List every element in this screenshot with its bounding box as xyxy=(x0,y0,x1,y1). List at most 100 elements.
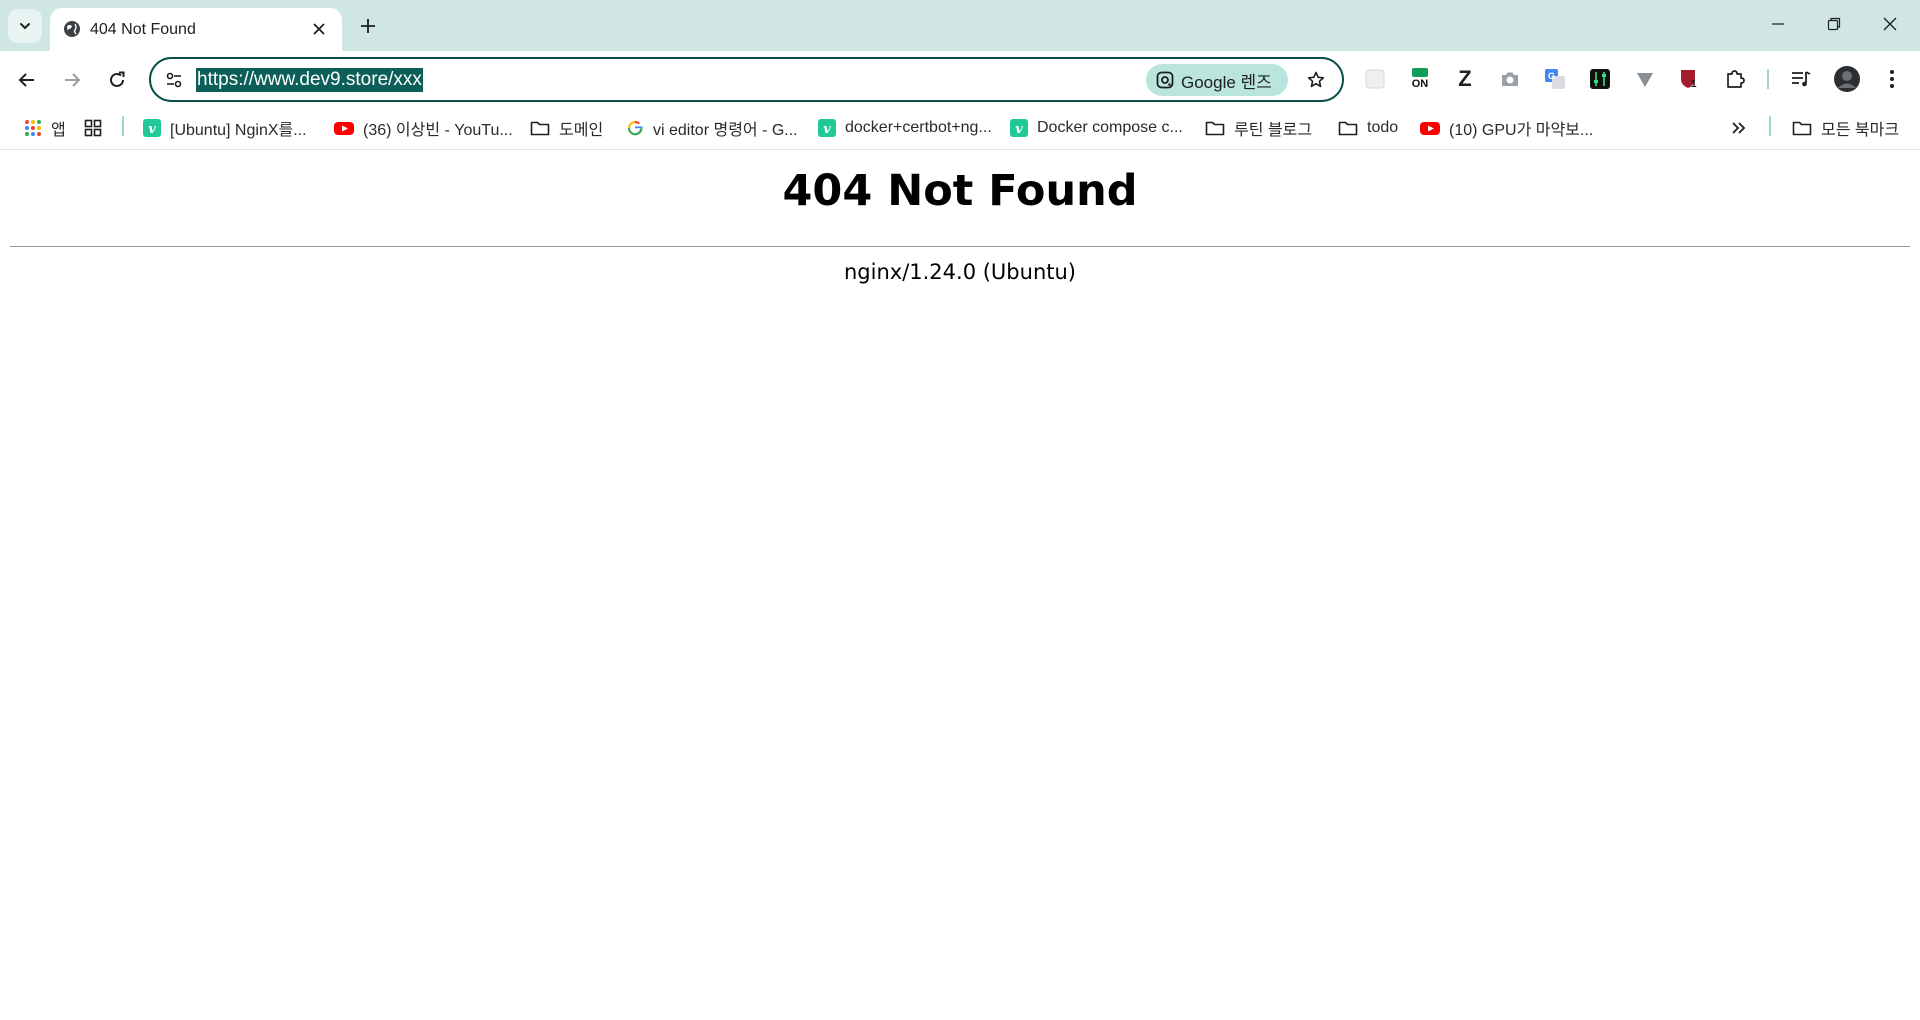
close-icon xyxy=(313,23,325,35)
shield-badge-count: 1 xyxy=(1691,79,1697,90)
v-icon xyxy=(1637,73,1653,87)
google-lens-label: Google 렌즈 xyxy=(1181,72,1272,92)
bookmark-label: (10) GPU가 마약보... xyxy=(1449,122,1594,139)
more-vertical-icon xyxy=(1890,70,1894,88)
bookmark-folder[interactable]: 루틴 블로그 xyxy=(1205,114,1312,142)
tab-strip: 404 Not Found xyxy=(0,0,1920,51)
chrome-menu-button[interactable] xyxy=(1875,62,1909,96)
browser-tab[interactable]: 404 Not Found xyxy=(50,8,342,51)
bookmark-apps[interactable]: 앱 xyxy=(24,114,66,142)
bookmark-label: 루틴 블로그 xyxy=(1234,122,1313,139)
toolbar-divider xyxy=(1767,69,1769,89)
svg-text:v: v xyxy=(823,122,831,137)
extension-camera[interactable] xyxy=(1493,62,1527,96)
avatar-icon xyxy=(1834,66,1860,92)
bookmarks-divider xyxy=(1769,116,1771,136)
new-tab-button[interactable] xyxy=(352,10,384,42)
bookmark-label: 앱 xyxy=(51,122,66,139)
on-badge-label: ON xyxy=(1411,78,1429,90)
folder-icon xyxy=(1338,121,1358,136)
tab-title: 404 Not Found xyxy=(90,21,196,38)
youtube-icon xyxy=(1420,122,1440,135)
translate-icon: G xyxy=(1545,69,1565,89)
back-button[interactable] xyxy=(9,62,45,98)
extensions-menu-button[interactable] xyxy=(1718,62,1752,96)
globe-icon xyxy=(64,21,80,37)
extension-on[interactable]: ON xyxy=(1403,62,1437,96)
restore-button[interactable] xyxy=(1806,0,1862,48)
address-bar[interactable]: https://www.dev9.store/xxx Google 렌즈 xyxy=(149,57,1344,102)
shield-icon xyxy=(1681,70,1695,88)
bookmark-label: docker+certbot+ng... xyxy=(845,119,992,136)
minimize-icon xyxy=(1772,23,1784,25)
page-content: 404 Not Found nginx/1.24.0 (Ubuntu) xyxy=(0,151,1920,1020)
google-lens-button[interactable]: Google 렌즈 xyxy=(1146,64,1288,96)
arrow-right-icon xyxy=(65,73,81,87)
svg-text:v: v xyxy=(1015,122,1023,137)
bookmark-tab-groups[interactable] xyxy=(84,114,102,142)
bookmarks-divider xyxy=(122,116,124,136)
plus-icon xyxy=(361,19,375,33)
bookmark-item[interactable]: v docker+certbot+ng... xyxy=(818,114,992,142)
velog-icon: v xyxy=(1010,119,1028,137)
velog-icon: v xyxy=(818,119,836,137)
svg-text:G: G xyxy=(1548,71,1555,81)
bookmark-star-button[interactable] xyxy=(1301,65,1331,95)
chevron-down-icon xyxy=(20,23,30,30)
bookmark-item[interactable]: v [Ubuntu] NginX를... xyxy=(143,114,307,142)
site-info-button[interactable] xyxy=(160,66,188,94)
extension-blank[interactable] xyxy=(1358,62,1392,96)
equalizer-icon xyxy=(1590,69,1610,89)
camera-icon xyxy=(1502,72,1518,86)
forward-button[interactable] xyxy=(54,62,90,98)
toolbar: https://www.dev9.store/xxx Google 렌즈 ON … xyxy=(0,51,1920,108)
playlist-icon xyxy=(1792,71,1811,87)
z-icon: Z xyxy=(1458,66,1472,91)
extension-v[interactable] xyxy=(1628,62,1662,96)
bookmark-item[interactable]: (36) 이상빈 - YouTu... xyxy=(334,114,513,142)
minimize-button[interactable] xyxy=(1750,0,1806,48)
media-control-button[interactable] xyxy=(1784,62,1818,96)
on-badge-icon: ON xyxy=(1409,67,1431,91)
folder-icon xyxy=(1792,121,1812,136)
google-icon xyxy=(627,120,643,136)
tune-icon xyxy=(166,72,182,88)
page-title: 404 Not Found xyxy=(782,166,1138,216)
divider xyxy=(10,246,1910,247)
bookmark-label: todo xyxy=(1367,119,1399,136)
star-icon xyxy=(1307,71,1325,88)
puzzle-icon xyxy=(1727,70,1745,88)
all-bookmarks-button[interactable]: 모든 북마크 xyxy=(1792,114,1899,142)
bookmark-label: 도메인 xyxy=(559,122,604,139)
folder-icon xyxy=(530,121,550,136)
reload-icon xyxy=(110,71,125,87)
extension-equalizer[interactable] xyxy=(1583,62,1617,96)
bookmark-folder[interactable]: 도메인 xyxy=(530,114,603,142)
server-signature: nginx/1.24.0 (Ubuntu) xyxy=(843,260,1076,284)
bookmark-label: vi editor 명령어 - G... xyxy=(653,122,798,139)
bookmark-item[interactable]: v Docker compose c... xyxy=(1010,114,1183,142)
bookmark-item[interactable]: vi editor 명령어 - G... xyxy=(626,114,798,142)
bookmark-label: [Ubuntu] NginX를... xyxy=(170,122,307,139)
apps-grid-icon xyxy=(25,120,41,136)
tab-grid-icon xyxy=(84,119,102,137)
folder-icon xyxy=(1205,121,1225,136)
bookmarks-bar: 앱 v [Ubuntu] NginX를... (36) 이상빈 - YouTu.… xyxy=(0,108,1920,150)
bookmark-label: Docker compose c... xyxy=(1037,119,1183,136)
url-text[interactable]: https://www.dev9.store/xxx xyxy=(196,68,423,92)
bookmarks-overflow-button[interactable] xyxy=(1730,114,1748,142)
bookmark-folder[interactable]: todo xyxy=(1338,114,1398,142)
bookmark-item[interactable]: (10) GPU가 마약보... xyxy=(1420,114,1593,142)
profile-avatar[interactable] xyxy=(1830,62,1864,96)
ext-blank-icon xyxy=(1365,69,1385,89)
reload-button[interactable] xyxy=(99,62,135,98)
extension-translate[interactable]: G xyxy=(1538,62,1572,96)
extension-shield[interactable]: 1 xyxy=(1673,62,1707,96)
close-window-button[interactable] xyxy=(1862,0,1918,48)
extension-z[interactable]: Z xyxy=(1448,62,1482,96)
lens-icon xyxy=(1156,71,1174,89)
velog-icon: v xyxy=(143,119,161,137)
close-icon xyxy=(1883,17,1897,31)
tab-search-button[interactable] xyxy=(8,9,42,43)
tab-close-button[interactable] xyxy=(307,17,331,41)
